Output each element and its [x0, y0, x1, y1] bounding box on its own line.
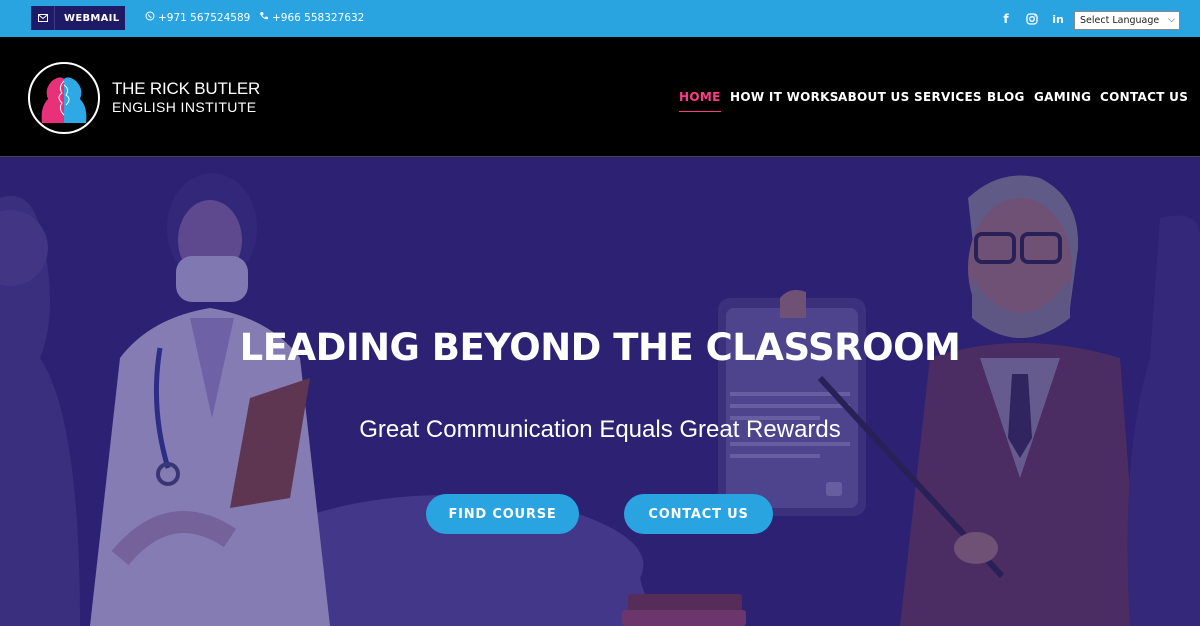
- nav-contact-us[interactable]: CONTACT US: [1100, 90, 1188, 104]
- site-header: THE RICK BUTLER ENGLISH INSTITUTE HOME H…: [0, 37, 1200, 157]
- instagram-icon[interactable]: [1024, 11, 1040, 27]
- top-bar: WEBMAIL +971 567524589 +966 558327632 f …: [0, 0, 1200, 37]
- contact-us-button[interactable]: CONTACT US: [624, 494, 773, 534]
- nav-blog[interactable]: BLOG: [987, 90, 1025, 104]
- nav-how-it-works[interactable]: HOW IT WORKS: [730, 90, 839, 104]
- language-select-value: Select Language: [1080, 15, 1160, 26]
- mail-icon: [31, 6, 55, 30]
- find-course-button[interactable]: FIND COURSE: [426, 494, 579, 534]
- nav-services[interactable]: SERVICES: [914, 90, 982, 104]
- webmail-label: WEBMAIL: [64, 12, 120, 24]
- linkedin-icon[interactable]: in: [1050, 11, 1066, 27]
- whatsapp-phone-link[interactable]: +971 567524589: [145, 11, 250, 24]
- whatsapp-number: +971 567524589: [158, 11, 251, 24]
- webmail-button[interactable]: WEBMAIL: [31, 6, 125, 30]
- logo-subtitle[interactable]: ENGLISH INSTITUTE: [112, 99, 256, 115]
- phone-icon: [259, 11, 269, 24]
- nav-about-us[interactable]: ABOUT US: [838, 90, 910, 104]
- language-select[interactable]: Select Language ⌵: [1074, 11, 1180, 30]
- call-phone-link[interactable]: +966 558327632: [259, 11, 364, 24]
- hero-overlay: [0, 158, 1200, 626]
- logo-title[interactable]: THE RICK BUTLER: [112, 79, 260, 99]
- nav-gaming[interactable]: GAMING: [1034, 90, 1091, 104]
- nav-home[interactable]: HOME: [679, 90, 721, 112]
- hero-subheadline: Great Communication Equals Great Rewards: [359, 416, 841, 443]
- hero-headline: LEADING BEYOND THE CLASSROOM: [239, 326, 961, 369]
- hero-section: LEADING BEYOND THE CLASSROOM Great Commu…: [0, 158, 1200, 626]
- facebook-icon[interactable]: f: [998, 11, 1014, 27]
- call-number: +966 558327632: [272, 11, 365, 24]
- chevron-down-icon: ⌵: [1168, 15, 1175, 25]
- whatsapp-icon: [145, 11, 155, 24]
- logo-icon[interactable]: [22, 61, 106, 135]
